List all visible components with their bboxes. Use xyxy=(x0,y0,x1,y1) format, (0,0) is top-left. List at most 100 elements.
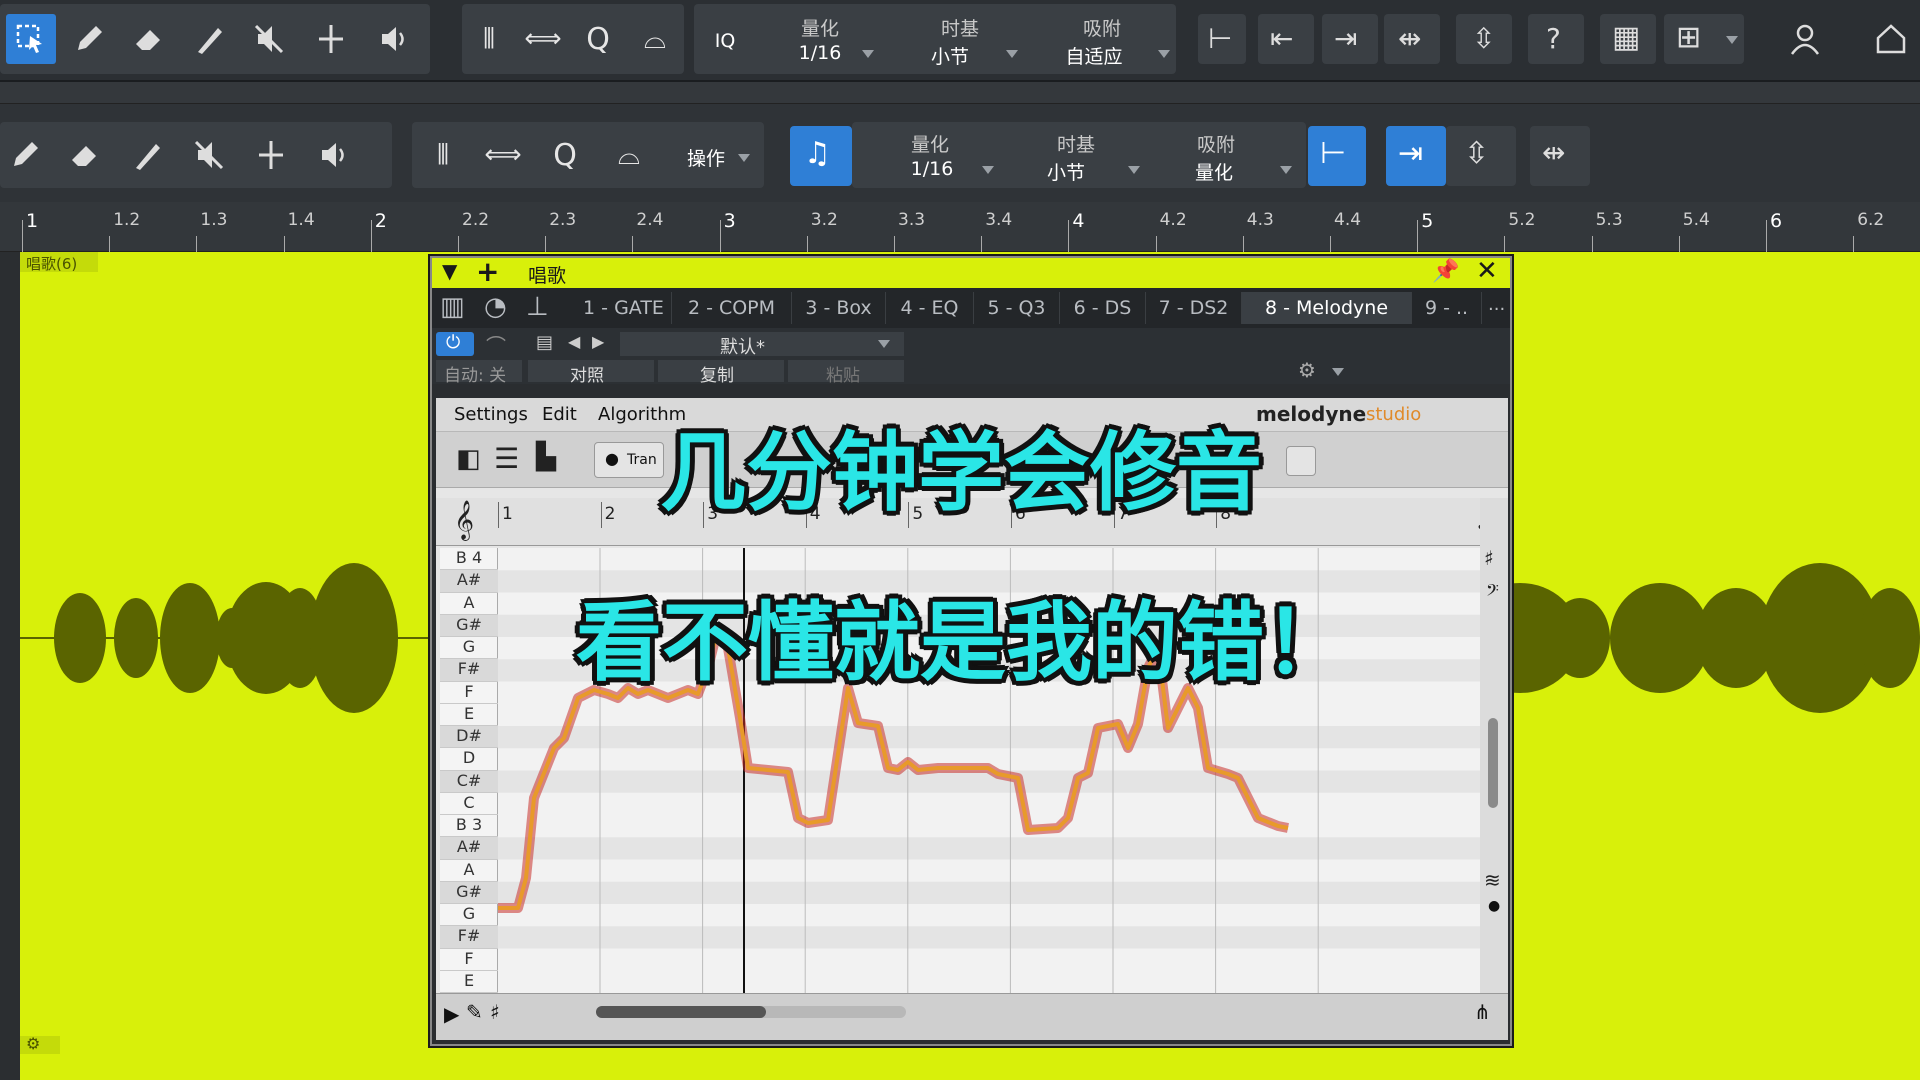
chevron-down-icon[interactable] xyxy=(862,50,874,58)
treble-clef-icon[interactable]: 𝄞 xyxy=(454,500,474,540)
chevron-down-icon[interactable] xyxy=(1006,50,1018,58)
user-button[interactable] xyxy=(1780,14,1830,64)
piano-key[interactable]: A# xyxy=(440,837,498,860)
chevron-down-icon[interactable]: ▼ xyxy=(442,259,457,283)
paste-button[interactable]: 粘贴 xyxy=(788,360,904,386)
add-icon[interactable]: + xyxy=(476,255,499,288)
paint-tool-button[interactable] xyxy=(122,130,172,180)
home-button[interactable] xyxy=(1866,14,1916,64)
snap-value[interactable]: 自适应 xyxy=(1054,42,1134,69)
plugin-slot[interactable]: 7 - DS2 xyxy=(1146,292,1242,324)
next-preset-icon[interactable]: ▶ xyxy=(592,332,604,351)
quantize-start-button[interactable]: ⦀ xyxy=(418,130,468,180)
quantize-q-button[interactable]: Q xyxy=(540,130,590,180)
piano-key[interactable]: D# xyxy=(440,726,498,749)
timebase-value[interactable]: 小节 xyxy=(1026,158,1106,185)
select-tool-button[interactable] xyxy=(6,14,56,64)
listen-tool-button[interactable] xyxy=(370,14,420,64)
eraser-tool-button[interactable] xyxy=(60,130,110,180)
audio-quantize-button[interactable]: ♫ xyxy=(790,126,852,186)
compare-button[interactable]: 对照 xyxy=(528,360,654,386)
piano-key[interactable]: E xyxy=(440,704,498,726)
chevron-down-icon[interactable] xyxy=(982,166,994,174)
pencil-tool-button[interactable] xyxy=(64,14,114,64)
action-menu[interactable]: 操作 xyxy=(676,144,736,171)
piano-key[interactable]: A xyxy=(440,860,498,882)
chevron-down-icon[interactable] xyxy=(1158,50,1170,58)
plugin-slot[interactable]: 9 - .. xyxy=(1412,292,1482,324)
plugin-title-bar[interactable]: ▼ + 唱歌 📌 ✕ xyxy=(432,255,1510,288)
piano-key[interactable]: A xyxy=(440,593,498,615)
paint-tool-button[interactable] xyxy=(184,14,234,64)
menu-edit[interactable]: Edit xyxy=(542,404,577,425)
plugin-slot[interactable]: 2 - COPM xyxy=(672,292,792,324)
follow-button[interactable]: ⇥ xyxy=(1386,126,1446,186)
piano-key[interactable]: A# xyxy=(440,570,498,593)
toolbar-field[interactable] xyxy=(1286,446,1316,476)
mixer-icon[interactable]: ▥ xyxy=(440,292,465,322)
snap-toggle-button[interactable]: ⊢ xyxy=(1198,14,1246,64)
timeline-ruler[interactable]: 1 1.2 1.3 1.4 2 2.2 2.3 2.4 3 3.2 3.3 3.4 4 4.2 4.3 4.4… xyxy=(0,202,1920,252)
piano-key[interactable]: C# xyxy=(440,770,498,793)
plugin-slot[interactable]: 6 - DS xyxy=(1060,292,1146,324)
preset-select[interactable]: 默认* xyxy=(620,332,904,358)
menu-settings[interactable]: Settings xyxy=(454,404,528,425)
piano-key[interactable]: D xyxy=(440,748,498,771)
eraser-tool-button[interactable] xyxy=(124,14,174,64)
help-button[interactable]: ? xyxy=(1528,14,1584,64)
dial-icon[interactable]: ◔ xyxy=(484,292,507,322)
pencil-tool-button[interactable] xyxy=(0,130,50,180)
chevron-down-icon[interactable] xyxy=(1332,368,1344,376)
quantize-both-button[interactable]: ⟺ xyxy=(518,14,568,64)
vertical-zoom-bar[interactable]: ♯ 𝄢 ≋ ● xyxy=(1480,498,1508,993)
piano-keyboard[interactable]: B 4 A# A G# G F# F E D# D C# C B 3 A# A G# G F# F E xyxy=(440,548,498,993)
piano-key[interactable]: F xyxy=(440,949,498,971)
piano-key[interactable]: B 4 xyxy=(440,548,498,571)
plugin-slot[interactable]: 3 - Box xyxy=(792,292,886,324)
power-button[interactable]: ⏻ xyxy=(436,332,474,356)
piano-key[interactable]: B 3 xyxy=(440,815,498,838)
piano-key[interactable]: F# xyxy=(440,659,498,682)
prev-button[interactable]: ⇤ xyxy=(1258,14,1314,64)
copy-button[interactable]: 复制 xyxy=(658,360,784,386)
groove-button[interactable]: ⌓ xyxy=(630,14,680,64)
gear-icon[interactable]: ⚙ xyxy=(1298,358,1316,382)
piano-key[interactable]: E xyxy=(440,971,498,993)
auto-button[interactable]: 自动: 关 xyxy=(436,360,522,386)
transport-record[interactable]: ● Tran xyxy=(594,442,664,478)
iq-label[interactable]: IQ xyxy=(700,30,750,52)
quantize-value[interactable]: 1/16 xyxy=(892,158,972,180)
plugin-slot[interactable]: 8 - Melodyne xyxy=(1242,292,1412,324)
plugin-slot[interactable]: 5 - Q3 xyxy=(974,292,1060,324)
groove-button[interactable]: ⌓ xyxy=(604,130,654,180)
overview-thumb[interactable] xyxy=(596,1006,766,1018)
piano-key[interactable]: G xyxy=(440,904,498,927)
prev-preset-icon[interactable]: ◀ xyxy=(568,332,580,351)
zoom-fit-button[interactable]: ⇹ xyxy=(1530,126,1590,186)
snap-value[interactable]: 量化 xyxy=(1174,158,1254,185)
video-button[interactable]: ▦ xyxy=(1600,14,1656,64)
fit-button[interactable]: ⇳ xyxy=(1446,126,1516,186)
level-meter-icon[interactable]: ▙ xyxy=(536,442,556,472)
listen-tool-button[interactable] xyxy=(310,130,360,180)
chevron-down-icon[interactable] xyxy=(1128,166,1140,174)
piano-key[interactable]: F# xyxy=(440,926,498,949)
zoom-knob-icon[interactable]: ● xyxy=(1488,898,1500,914)
piano-key[interactable]: G# xyxy=(440,881,498,904)
quantize-both-button[interactable]: ⟺ xyxy=(478,130,528,180)
plugin-slot[interactable]: 1 - GATE xyxy=(576,292,672,324)
snap-toggle-button[interactable]: ⊢ xyxy=(1308,126,1366,186)
link-icon[interactable]: ⌒ xyxy=(486,330,506,359)
quantize-q-button[interactable]: Q xyxy=(573,14,623,64)
plugin-slot[interactable]: 4 - EQ xyxy=(886,292,974,324)
piano-key[interactable]: C xyxy=(440,793,498,815)
piano-key[interactable]: G xyxy=(440,637,498,660)
layout-icon[interactable]: ◧ xyxy=(456,444,481,474)
quantize-start-button[interactable]: ⦀ xyxy=(464,14,514,64)
routing-icon[interactable]: ⊥ xyxy=(526,292,549,322)
scroll-thumb[interactable] xyxy=(1488,718,1498,808)
quantize-value[interactable]: 1/16 xyxy=(780,42,860,64)
sliders-icon[interactable]: ☰ xyxy=(494,442,519,475)
center-button[interactable]: ⇹ xyxy=(1384,14,1440,64)
overview-scrollbar[interactable] xyxy=(596,1006,906,1018)
